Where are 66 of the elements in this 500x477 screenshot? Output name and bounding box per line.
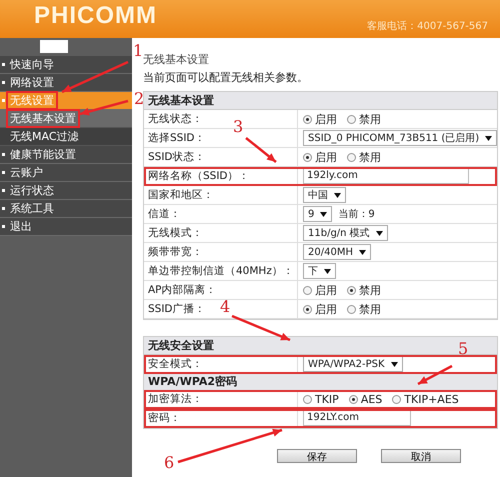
logo: PHICOMM	[34, 2, 157, 30]
dropdown[interactable]: 11b/g/n 模式	[303, 225, 388, 241]
radio-option[interactable]: 禁用	[347, 282, 381, 298]
annotation-number: 6	[164, 453, 174, 472]
menu-item[interactable]: 网络设置	[0, 74, 132, 92]
field-label: 安全模式：	[144, 355, 298, 373]
radio-option[interactable]: 启用	[303, 282, 337, 298]
subsection-title: WPA/WPA2密码	[144, 374, 498, 390]
hotline-text: 客服电话：4007-567-567	[367, 20, 488, 33]
blank-patch	[40, 40, 68, 53]
radio-option[interactable]: 启用	[303, 112, 337, 126]
field-label: 密码：	[144, 409, 298, 427]
menu-item[interactable]: 运行状态	[0, 182, 132, 200]
radio-option[interactable]: TKIP+AES	[392, 392, 459, 406]
submenu-item[interactable]: 无线基本设置	[0, 110, 132, 128]
menu-item[interactable]: 系统工具	[0, 200, 132, 218]
menu-item[interactable]: 健康节能设置	[0, 146, 132, 164]
field-label: 国家和地区：	[144, 186, 298, 204]
field-label: AP内部隔离：	[144, 281, 298, 299]
menu-item[interactable]: 快速向导	[0, 56, 132, 74]
radio-option[interactable]: TKIP	[303, 392, 339, 406]
radio-option[interactable]: 启用	[303, 150, 337, 164]
caret-icon	[376, 230, 383, 236]
radio-option[interactable]: 禁用	[347, 150, 381, 164]
page-title: 无线基本设置	[143, 52, 210, 68]
field-label: 无线模式：	[144, 224, 298, 242]
form-button[interactable]: 取消	[381, 449, 461, 463]
radio-option[interactable]: 启用	[303, 302, 337, 316]
submenu-item[interactable]: 无线MAC过滤	[0, 128, 132, 146]
field-label: 频带带宽：	[144, 243, 298, 261]
menu-item[interactable]: 退出	[0, 218, 132, 236]
form-button[interactable]: 保存	[277, 449, 357, 463]
annotation-number: 4	[220, 297, 230, 316]
caret-icon	[358, 250, 366, 254]
field-label: 信道：	[144, 205, 298, 223]
section-title: 无线基本设置	[144, 92, 498, 110]
dropdown[interactable]: WPA/WPA2-PSK	[303, 356, 403, 372]
radio-option[interactable]: AES	[348, 392, 382, 406]
caret-icon	[334, 192, 341, 198]
radio-option[interactable]: 禁用	[347, 112, 381, 126]
dropdown[interactable]: SSID_0 PHICOMM_73B511 (已启用)	[303, 130, 498, 146]
dropdown[interactable]: 9	[303, 206, 332, 222]
annotation-number: 2	[134, 89, 144, 108]
page-description: 当前页面可以配置无线相关参数。	[143, 70, 309, 86]
caret-icon	[485, 136, 492, 140]
annotation-arrow	[245, 137, 277, 163]
field-label: 单边带控制信道（40MHz）：	[144, 262, 298, 280]
annotation-number: 5	[458, 339, 468, 358]
radio-option[interactable]: 禁用	[347, 302, 381, 316]
annotation-arrow	[61, 60, 129, 94]
annotation-arrow	[417, 364, 453, 386]
annotation-arrow	[80, 100, 128, 116]
dropdown[interactable]: 20/40MH	[303, 244, 371, 260]
caret-icon	[320, 212, 328, 216]
caret-icon	[390, 362, 398, 366]
input-field[interactable]: 192ly.com	[303, 168, 469, 184]
annotation-arrow	[232, 314, 290, 342]
caret-icon	[324, 268, 331, 274]
dropdown[interactable]: 下	[303, 263, 336, 279]
current-channel-text: 当前：9	[338, 208, 375, 221]
input-field[interactable]: 192LY.com	[303, 410, 411, 426]
dropdown[interactable]: 中国	[303, 187, 346, 203]
field-label: 网络名称（SSID）：	[144, 167, 298, 185]
field-label: 加密算法：	[144, 390, 298, 408]
menu-item[interactable]: 云账户	[0, 164, 132, 182]
annotation-number: 1	[133, 41, 144, 60]
